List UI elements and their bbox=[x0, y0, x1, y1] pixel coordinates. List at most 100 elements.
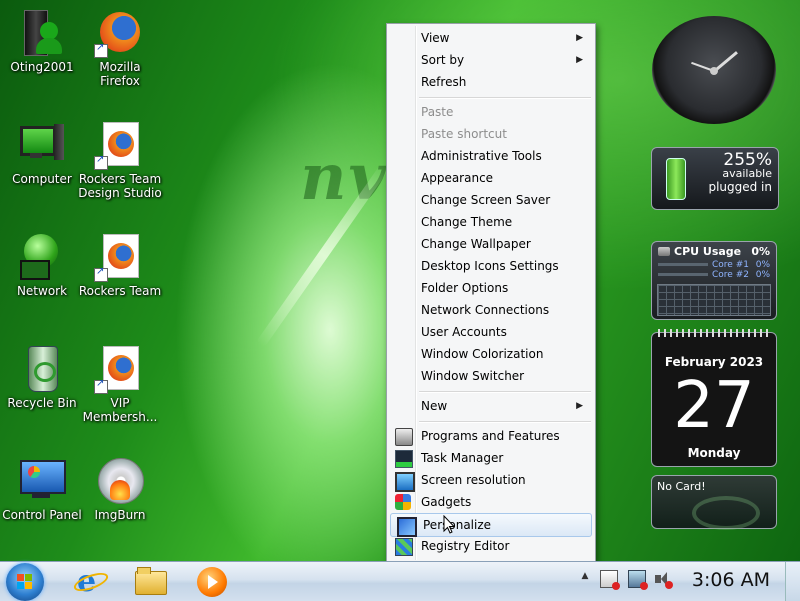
core2-value: 0% bbox=[755, 270, 770, 280]
menu-separator bbox=[419, 421, 591, 423]
menu-item-change-screen-saver[interactable]: Change Screen Saver bbox=[389, 189, 593, 211]
clock-gadget[interactable] bbox=[652, 16, 776, 124]
menu-item-label: Programs and Features bbox=[421, 429, 560, 443]
taskbar-internet-explorer[interactable]: e bbox=[71, 565, 111, 599]
cpu-usage-gadget[interactable]: CPU Usage 0% Core #1 0% Core #2 0% bbox=[651, 241, 777, 320]
taskbar-clock[interactable]: 3:06 AM bbox=[692, 569, 770, 591]
start-button[interactable] bbox=[6, 563, 44, 601]
desktop-icon-rockers-design[interactable]: Rockers Team Design Studio bbox=[78, 120, 162, 200]
mouse-cursor-icon bbox=[443, 515, 456, 534]
action-center-icon[interactable] bbox=[599, 570, 620, 590]
menu-item-change-theme[interactable]: Change Theme bbox=[389, 211, 593, 233]
menu-item-change-wallpaper[interactable]: Change Wallpaper bbox=[389, 233, 593, 255]
menu-item-sort-by[interactable]: Sort by ▶ bbox=[389, 49, 593, 71]
gpu-monitor-gadget[interactable]: No Card! bbox=[651, 475, 777, 530]
desktop-icon-user-folder[interactable]: Oting2001 bbox=[0, 8, 84, 74]
menu-item-label: Window Switcher bbox=[421, 369, 525, 383]
show-desktop-button[interactable] bbox=[785, 562, 800, 601]
menu-item-label: Task Manager bbox=[421, 451, 504, 465]
calendar-weekday: Monday bbox=[687, 446, 741, 460]
calendar-gadget[interactable]: February 2023 27 Monday bbox=[651, 329, 777, 467]
submenu-arrow-icon: ▶ bbox=[576, 33, 583, 43]
nvidia-eye-logo bbox=[692, 496, 760, 530]
network-tray-icon[interactable] bbox=[627, 570, 648, 590]
desktop-icon-label: Control Panel bbox=[2, 508, 82, 522]
menu-separator bbox=[419, 97, 591, 99]
menu-item-personalize[interactable]: Personalize bbox=[390, 513, 592, 537]
desktop-icon-firefox[interactable]: Mozilla Firefox bbox=[78, 8, 162, 88]
desktop-icon-network[interactable]: Network bbox=[0, 232, 84, 298]
windows-logo-icon bbox=[17, 574, 33, 590]
menu-item-window-switcher[interactable]: Window Switcher bbox=[389, 365, 593, 387]
calendar-binding-rings bbox=[658, 329, 770, 337]
menu-item-paste[interactable]: Paste bbox=[389, 101, 593, 123]
menu-item-label: Administrative Tools bbox=[421, 149, 542, 163]
desktop-icon-vip[interactable]: VIP Membersh... bbox=[78, 344, 162, 424]
battery-gadget[interactable]: 255% available plugged in bbox=[651, 147, 779, 210]
menu-item-paste-shortcut[interactable]: Paste shortcut bbox=[389, 123, 593, 145]
core1-label: Core #1 bbox=[712, 260, 749, 270]
explorer-folder-tab bbox=[137, 567, 151, 574]
disc-icon bbox=[96, 456, 144, 504]
menu-item-label: New bbox=[421, 399, 448, 413]
menu-item-label: Paste bbox=[421, 105, 454, 119]
gadgets-icon bbox=[395, 494, 411, 510]
desktop-icon-rockers-team[interactable]: Rockers Team bbox=[78, 232, 162, 298]
menu-item-label: User Accounts bbox=[421, 325, 507, 339]
taskbar: e ▲ 3:06 AM bbox=[0, 561, 800, 601]
menu-item-task-manager[interactable]: Task Manager bbox=[389, 447, 593, 469]
menu-item-new[interactable]: New ▶ bbox=[389, 395, 593, 417]
core2-label: Core #2 bbox=[712, 270, 749, 280]
calendar-month: February 2023 bbox=[664, 355, 764, 369]
menu-item-label: Registry Editor bbox=[421, 539, 510, 553]
volume-muted-icon[interactable] bbox=[655, 571, 674, 589]
taskbar-windows-explorer[interactable] bbox=[133, 565, 167, 599]
taskbar-media-player[interactable] bbox=[195, 565, 229, 599]
menu-item-label: Window Colorization bbox=[421, 347, 544, 361]
menu-item-programs-and-features[interactable]: Programs and Features bbox=[389, 425, 593, 447]
desktop-icon-recycle-bin[interactable]: Recycle Bin bbox=[0, 344, 84, 410]
menu-item-label: Change Theme bbox=[421, 215, 513, 229]
menu-item-window-colorization[interactable]: Window Colorization bbox=[389, 343, 593, 365]
desktop-icon-label: VIP Membersh... bbox=[82, 396, 158, 424]
cpu-usage-total: 0% bbox=[751, 245, 770, 258]
menu-item-network-connections[interactable]: Network Connections bbox=[389, 299, 593, 321]
desktop-icon-label: Computer bbox=[12, 172, 72, 186]
user-icon bbox=[18, 8, 66, 56]
menu-item-screen-resolution[interactable]: Screen resolution bbox=[389, 469, 593, 492]
desktop-context-menu: View ▶ Sort by ▶ Refresh Paste Paste sho… bbox=[386, 23, 596, 563]
core2-bar bbox=[658, 273, 708, 276]
shortcut-arrow-icon bbox=[94, 42, 108, 58]
menu-separator bbox=[419, 391, 591, 393]
menu-item-refresh[interactable]: Refresh bbox=[389, 71, 593, 93]
menu-item-user-accounts[interactable]: User Accounts bbox=[389, 321, 593, 343]
cpu-usage-title: CPU Usage bbox=[674, 245, 742, 258]
menu-item-label: Paste shortcut bbox=[421, 127, 507, 141]
menu-item-gadgets[interactable]: Gadgets bbox=[389, 491, 593, 513]
menu-item-label: Screen resolution bbox=[421, 473, 526, 487]
windows-explorer-icon bbox=[135, 571, 167, 595]
menu-item-registry-editor[interactable]: Registry Editor bbox=[389, 535, 593, 557]
play-triangle-icon bbox=[208, 575, 218, 589]
shortcut-arrow-icon bbox=[94, 378, 108, 394]
desktop-icon-label: Recycle Bin bbox=[7, 396, 77, 410]
menu-item-view[interactable]: View ▶ bbox=[389, 27, 593, 49]
submenu-arrow-icon: ▶ bbox=[576, 401, 583, 411]
show-hidden-icons-icon[interactable]: ▲ bbox=[580, 571, 590, 587]
task-manager-icon bbox=[395, 450, 413, 468]
core1-value: 0% bbox=[755, 260, 770, 270]
desktop-icon-imgburn[interactable]: ImgBurn bbox=[78, 456, 162, 522]
desktop-icon-computer[interactable]: Computer bbox=[0, 120, 84, 186]
desktop-icon-control-panel[interactable]: Control Panel bbox=[0, 456, 84, 522]
menu-item-administrative-tools[interactable]: Administrative Tools bbox=[389, 145, 593, 167]
menu-item-label: Change Wallpaper bbox=[421, 237, 531, 251]
battery-power-state: plugged in bbox=[708, 180, 772, 194]
menu-item-appearance[interactable]: Appearance bbox=[389, 167, 593, 189]
menu-item-label: Refresh bbox=[421, 75, 467, 89]
recycle-bin-icon bbox=[18, 344, 66, 392]
menu-item-desktop-icons-settings[interactable]: Desktop Icons Settings bbox=[389, 255, 593, 277]
computer-icon bbox=[18, 120, 66, 168]
menu-item-folder-options[interactable]: Folder Options bbox=[389, 277, 593, 299]
battery-status: available bbox=[722, 167, 772, 180]
menu-item-label: Change Screen Saver bbox=[421, 193, 551, 207]
